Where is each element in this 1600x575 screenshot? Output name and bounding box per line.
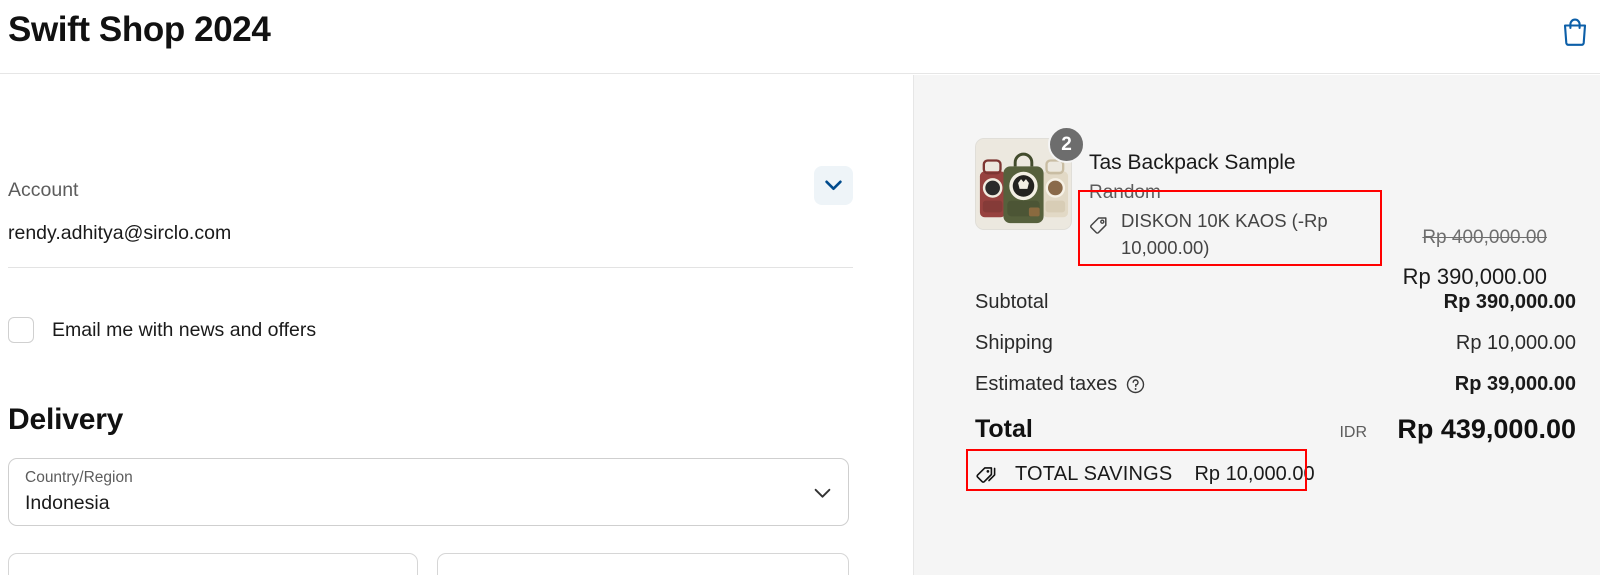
account-label: Account <box>8 179 79 201</box>
delivery-heading: Delivery <box>8 403 124 436</box>
checkout-form-column: Account rendy.adhitya@sirclo.com Email m… <box>0 75 913 575</box>
product-discount-row: DISKON 10K KAOS (-Rp 10,000.00) <box>1089 207 1367 261</box>
product-price-original: Rp 400,000.00 <box>1422 227 1547 248</box>
product-variant: Random <box>1089 182 1161 203</box>
product-thumbnail-wrap: 2 <box>975 126 1085 230</box>
page-header: Swift Shop 2024 <box>0 0 1600 74</box>
grand-total-label: Total <box>975 415 1033 443</box>
newsletter-checkbox[interactable] <box>8 317 34 343</box>
checkout-page: Swift Shop 2024 Account rendy.adhitya@si… <box>0 0 1600 575</box>
shopping-bag-icon <box>1561 16 1589 46</box>
newsletter-label: Email me with news and offers <box>52 319 317 341</box>
account-section: Account <box>8 166 853 214</box>
country-region-value: Indonesia <box>25 492 110 514</box>
account-email-value: rendy.adhitya@sirclo.com <box>8 222 232 244</box>
first-name-input[interactable] <box>8 553 418 575</box>
estimated-taxes-label-group: Estimated taxes <box>975 369 1145 399</box>
country-region-select[interactable]: Country/Region Indonesia <box>8 458 849 526</box>
shipping-value: Rp 10,000.00 <box>1455 332 1576 354</box>
quantity-badge: 2 <box>1048 126 1085 163</box>
tag-icon <box>1089 215 1109 235</box>
shipping-label: Shipping <box>975 332 1053 354</box>
question-circle-icon[interactable] <box>1126 375 1145 394</box>
grand-total-value: Rp 439,000.00 <box>1397 414 1576 444</box>
subtotal-label: Subtotal <box>975 291 1049 313</box>
subtotal-row: Subtotal Rp 390,000.00 <box>975 287 1576 328</box>
newsletter-optin-row[interactable]: Email me with news and offers <box>8 315 316 345</box>
grand-total-row: Total IDR Rp 439,000.00 <box>975 412 1576 454</box>
account-expand-button[interactable] <box>814 166 853 205</box>
page-title: Swift Shop 2024 <box>8 10 271 49</box>
chevron-down-icon <box>825 180 842 191</box>
tags-icon <box>975 462 1000 487</box>
total-savings-label: TOTAL SAVINGS <box>1015 463 1173 485</box>
estimated-taxes-row: Estimated taxes Rp 39,000.00 <box>975 369 1576 410</box>
cart-button[interactable] <box>1552 8 1598 54</box>
section-divider <box>8 267 853 268</box>
last-name-input[interactable] <box>437 553 849 575</box>
shipping-row: Shipping Rp 10,000.00 <box>975 328 1576 369</box>
product-discount-text: DISKON 10K KAOS (-Rp 10,000.00) <box>1121 210 1328 258</box>
totals-list: Subtotal Rp 390,000.00 Shipping Rp 10,00… <box>975 287 1576 410</box>
total-savings-row: TOTAL SAVINGS Rp 10,000.00 <box>975 457 1315 491</box>
order-line-item: 2 Tas Backpack Sample Random DISKON 10K … <box>975 126 1575 289</box>
grand-total-currency: IDR <box>1339 424 1367 441</box>
country-region-label: Country/Region <box>25 469 133 486</box>
subtotal-value: Rp 390,000.00 <box>1443 291 1576 313</box>
product-title: Tas Backpack Sample <box>1089 151 1296 174</box>
total-savings-value: Rp 10,000.00 <box>1194 463 1315 485</box>
order-summary-panel: 2 Tas Backpack Sample Random DISKON 10K … <box>913 75 1600 575</box>
estimated-taxes-value: Rp 39,000.00 <box>1454 373 1576 395</box>
estimated-taxes-label: Estimated taxes <box>975 373 1118 395</box>
chevron-down-icon <box>813 484 831 502</box>
